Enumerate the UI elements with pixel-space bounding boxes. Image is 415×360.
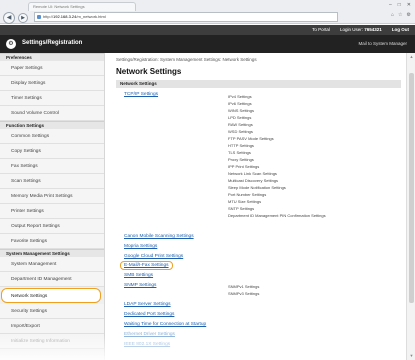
sidebar-item-printer[interactable]: Printer Settings	[0, 204, 104, 219]
waiting-time-link[interactable]: Waiting Time for Connection at Startup	[124, 322, 206, 327]
sub-link[interactable]: IPv6 Settings	[228, 101, 252, 106]
sub-link[interactable]: IPP Print Settings	[228, 164, 259, 169]
snmp-link[interactable]: SNMP Settings	[124, 283, 156, 288]
ieee-8021x-link[interactable]: IEEE 802.1X Settings	[124, 342, 170, 347]
sidebar: Preferences Paper Settings Display Setti…	[0, 53, 105, 360]
login-user-label: Login User:	[339, 27, 363, 32]
sidebar-heading-system: System Management Settings	[0, 249, 104, 257]
user-area: To Portal Login User: 7654321 Log Out	[312, 27, 409, 32]
scroll-thumb[interactable]	[409, 73, 414, 303]
ethernet-driver-link[interactable]: Ethernet Driver Settings	[124, 332, 175, 337]
gear-icon[interactable]: ⚙	[407, 12, 411, 18]
sub-link[interactable]: Sleep Mode Notification Settings	[228, 185, 286, 190]
sub-link[interactable]: Proxy Settings	[228, 157, 254, 162]
browser-chrome: Remote UI: Network Settings – □ ✕ ◀ ▶ ht…	[0, 0, 415, 24]
sub-link[interactable]: Network Link Scan Settings	[228, 171, 277, 176]
url-host: 192.168.3.24	[53, 14, 77, 19]
sidebar-item-common[interactable]: Common Settings	[0, 129, 104, 144]
sub-link[interactable]: Department ID Management PIN Confirmatio…	[228, 213, 326, 218]
sidebar-item-memory-media[interactable]: Memory Media Print Settings	[0, 189, 104, 204]
sub-link[interactable]: MTU Size Settings	[228, 199, 261, 204]
sidebar-item-department-id[interactable]: Department ID Management	[0, 272, 104, 287]
url-path: /m_network.html	[76, 14, 106, 19]
scroll-down-icon[interactable]: ▼	[408, 353, 415, 359]
star-icon[interactable]: ☆	[398, 12, 402, 18]
scroll-up-icon[interactable]: ▲	[408, 54, 415, 60]
sub-link[interactable]: SNTP Settings	[228, 206, 254, 211]
settings-icon: ⚙	[6, 39, 16, 49]
section-header: Network Settings	[116, 80, 401, 88]
email-ifax-link[interactable]: E-Mail/I-Fax Settings	[120, 261, 173, 270]
smb-link[interactable]: SMB Settings	[124, 273, 153, 278]
sidebar-item-import-export[interactable]: Import/Export	[0, 319, 104, 334]
browser-tab[interactable]: Remote UI: Network Settings	[28, 2, 136, 11]
sidebar-item-output-report[interactable]: Output Report Settings	[0, 219, 104, 234]
canon-mobile-link[interactable]: Canon Mobile Scanning Settings	[124, 234, 194, 239]
sidebar-item-sound[interactable]: Sound Volume Control	[0, 106, 104, 121]
sub-link[interactable]: TLS Settings	[228, 150, 251, 155]
sub-link[interactable]: Multicast Discovery Settings	[228, 178, 278, 183]
sidebar-item-fax[interactable]: Fax Settings	[0, 159, 104, 174]
login-user: Login User: 7654321	[340, 27, 382, 32]
home-icon[interactable]: ⌂	[391, 12, 394, 18]
dedicated-port-link[interactable]: Dedicated Port Settings	[124, 312, 174, 317]
breadcrumb: Settings/Registration: System Management…	[116, 57, 257, 62]
close-icon[interactable]: ✕	[407, 2, 411, 8]
tcpip-settings-link[interactable]: TCP/IP Settings	[124, 92, 158, 97]
sidebar-heading-preferences: Preferences	[0, 53, 104, 61]
tab-strip: Remote UI: Network Settings	[0, 0, 415, 11]
sub-link[interactable]: FTP PASV Mode Settings	[228, 136, 274, 141]
top-bar: To Portal Login User: 7654321 Log Out	[0, 25, 415, 35]
mopria-link[interactable]: Mopria Settings	[124, 244, 157, 249]
sidebar-item-scan[interactable]: Scan Settings	[0, 174, 104, 189]
back-button[interactable]: ◀	[3, 11, 15, 24]
address-bar[interactable]: http://192.168.3.24/m_network.html	[34, 12, 338, 22]
sub-link[interactable]: SNMPv3 Settings	[228, 291, 259, 296]
address-row: ◀ ▶ http://192.168.3.24/m_network.html	[0, 11, 415, 24]
sub-link[interactable]: WINS Settings	[228, 108, 254, 113]
sidebar-item-network[interactable]: Network Settings	[1, 288, 101, 303]
sidebar-item-paper[interactable]: Paper Settings	[0, 61, 104, 76]
email-ifax-wrap: E-Mail/I-Fax Settings	[120, 261, 173, 270]
sub-link[interactable]: WSD Settings	[228, 129, 253, 134]
sidebar-item-system-management[interactable]: System Management	[0, 257, 104, 272]
toolbar-icons: ⌂ ☆ ⚙	[391, 12, 411, 18]
sub-link[interactable]: SNMPv1 Settings	[228, 284, 259, 289]
sidebar-item-security[interactable]: Security Settings	[0, 304, 104, 319]
google-cloud-print-link[interactable]: Google Cloud Print Settings	[124, 254, 183, 259]
page-icon	[37, 15, 41, 19]
minimize-icon[interactable]: –	[389, 2, 392, 8]
vertical-scrollbar[interactable]: ▲ ▼	[406, 53, 415, 360]
sidebar-item-timer[interactable]: Timer Settings	[0, 91, 104, 106]
login-user-value: 7654321	[364, 27, 382, 32]
sub-link[interactable]: LPD Settings	[228, 115, 251, 120]
sidebar-item-display[interactable]: Display Settings	[0, 76, 104, 91]
logout-link[interactable]: Log Out	[392, 27, 409, 32]
window-controls: – □ ✕	[389, 2, 411, 8]
ldap-link[interactable]: LDAP Server Settings	[124, 302, 171, 307]
mail-admin-link[interactable]: Mail to System Manager	[358, 41, 407, 46]
app-title: Settings/Registration	[22, 40, 83, 46]
sidebar-item-initialize[interactable]: Initialize Setting Information	[0, 334, 104, 349]
forward-button[interactable]: ▶	[18, 12, 28, 23]
to-portal-link[interactable]: To Portal	[312, 27, 330, 32]
sub-link[interactable]: RAW Settings	[228, 122, 253, 127]
app-header: ⚙ Settings/Registration Mail to System M…	[0, 35, 415, 53]
sub-link[interactable]: Port Number Settings	[228, 192, 266, 197]
sub-link[interactable]: IPv4 Settings	[228, 94, 252, 99]
maximize-icon[interactable]: □	[398, 2, 401, 8]
sub-link[interactable]: HTTP Settings	[228, 143, 254, 148]
sidebar-item-favorite[interactable]: Favorite Settings	[0, 234, 104, 249]
sidebar-heading-function: Function Settings	[0, 121, 104, 129]
sidebar-item-copy[interactable]: Copy Settings	[0, 144, 104, 159]
main-content: Settings/Registration: System Management…	[106, 53, 406, 360]
page-title: Network Settings	[116, 67, 182, 76]
